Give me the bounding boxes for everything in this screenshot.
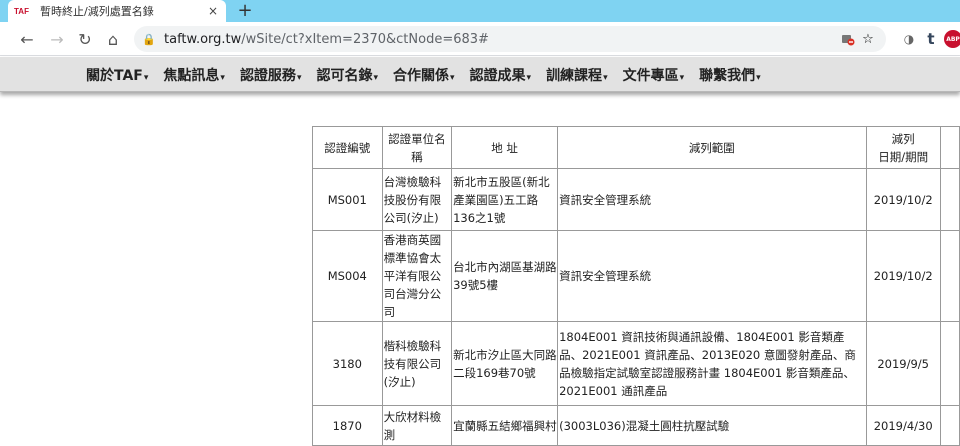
unit-name-cell: 大欣材料檢測 xyxy=(381,405,453,446)
extension-circle-icon[interactable]: ◑ xyxy=(900,30,918,48)
browser-tab[interactable]: TAF 暫時終止/減列處置名錄 × xyxy=(8,0,226,22)
url-text[interactable]: taftw.org.tw/wSite/ct?xItem=2370&ctNode=… xyxy=(164,32,838,47)
site-navigation: 關於TAF▾ 焦點訊息▾ 認證服務▾ 認可名錄▾ 合作關係▾ 認證成果▾ 訓練課程▾ 文件專區… xyxy=(0,57,960,92)
nav-item-8[interactable]: 聯繫我們▾ xyxy=(699,65,761,85)
header-address: 地 址 xyxy=(451,126,559,169)
cert-id-cell: 3180 xyxy=(312,321,383,406)
nav-item-4[interactable]: 合作關係▾ xyxy=(393,65,455,85)
nav-item-7[interactable]: 文件專區▾ xyxy=(623,65,685,85)
delisting-table-container: 認證編號 認證單位名稱 地 址 減列範圍 減列日期/期間 MS001 台灣檢驗科技… xyxy=(312,126,960,446)
header-unit-name: 認證單位名稱 xyxy=(381,126,453,169)
url-path: /wSite/ct?xItem=2370&ctNode=683# xyxy=(241,31,489,47)
caret-down-icon: ▾ xyxy=(296,72,302,83)
nav-item-label: 認證成果 xyxy=(469,67,526,84)
header-cert-id: 認證編號 xyxy=(312,126,383,169)
header-scope: 減列範圍 xyxy=(557,126,867,169)
camera-blocked-icon[interactable] xyxy=(838,29,858,49)
tab-title: 暫時終止/減列處置名錄 xyxy=(40,5,154,18)
date-cell: 2019/9/5 xyxy=(865,321,941,406)
scope-cell: (3003L036)混凝土圓柱抗壓試驗 xyxy=(557,405,867,446)
caret-down-icon: ▾ xyxy=(143,72,149,83)
caret-down-icon: ▾ xyxy=(756,72,761,83)
home-icon[interactable]: ⌂ xyxy=(102,28,124,50)
cert-id-cell: 1870 xyxy=(312,405,383,446)
unit-name-cell: 楷科檢驗科技有限公司(汐止) xyxy=(381,321,453,406)
address-cell: 新北市五股區(新北產業園區)五工路136之1號 xyxy=(451,168,559,231)
nav-item-label: 合作關係 xyxy=(393,67,449,84)
caret-down-icon: ▾ xyxy=(603,72,608,83)
tab-strip: TAF 暫時終止/減列處置名錄 × + xyxy=(0,0,960,22)
site-nav-menu: 關於TAF▾ 焦點訊息▾ 認證服務▾ 認可名錄▾ 合作關係▾ 認證成果▾ 訓練課程▾ 文件專區… xyxy=(86,57,776,92)
header-extra xyxy=(939,126,960,169)
nav-item-6[interactable]: 訓練課程▾ xyxy=(546,65,608,85)
cert-id-cell: MS001 xyxy=(312,168,383,231)
nav-item-5[interactable]: 認證成果▾ xyxy=(470,65,532,85)
caret-down-icon: ▾ xyxy=(679,72,685,83)
table-row: 3180 楷科檢驗科技有限公司(汐止) 新北市汐止區大同路二段169巷70號 1804… xyxy=(312,321,960,406)
nav-item-label: 訓練課程 xyxy=(546,67,603,84)
caret-down-icon: ▾ xyxy=(450,72,455,83)
taf-favicon-icon: TAF xyxy=(14,6,29,16)
address-bar[interactable]: 🔒 taftw.org.tw/wSite/ct?xItem=2370&ctNod… xyxy=(134,26,886,52)
nav-item-2[interactable]: 認證服務▾ xyxy=(240,65,302,85)
caret-down-icon: ▾ xyxy=(220,72,225,83)
nav-item-label: 文件專區 xyxy=(622,67,679,84)
header-date-line: 減列 xyxy=(891,131,915,146)
extra-cell xyxy=(939,168,960,231)
nav-item-0[interactable]: 關於TAF▾ xyxy=(86,65,148,85)
nav-item-label: 關於TAF xyxy=(86,67,143,84)
table-row: MS001 台灣檢驗科技股份有限公司(汐止) 新北市五股區(新北產業園區)五工路13… xyxy=(312,168,960,231)
unit-name-cell: 台灣檢驗科技股份有限公司(汐止) xyxy=(381,168,453,231)
url-domain: taftw.org.tw xyxy=(164,31,242,47)
table-body: MS001 台灣檢驗科技股份有限公司(汐止) 新北市五股區(新北產業園區)五工路13… xyxy=(312,168,960,446)
nav-item-1[interactable]: 焦點訊息▾ xyxy=(163,65,225,85)
table-row: MS004 香港商英國標準協會太平洋有限公司台灣分公司 台北市內湖區基湖路39號5樓… xyxy=(312,230,960,322)
unit-name-cell: 香港商英國標準協會太平洋有限公司台灣分公司 xyxy=(381,230,453,322)
scope-cell: 資訊安全管理系統 xyxy=(557,230,867,322)
reload-icon[interactable]: ↻ xyxy=(74,28,96,50)
adblock-icon[interactable]: ABP xyxy=(944,30,960,48)
scope-cell: 資訊安全管理系統 xyxy=(557,168,867,231)
date-cell: 2019/4/30 xyxy=(865,405,941,446)
caret-down-icon: ▾ xyxy=(526,72,532,83)
address-cell: 台北市內湖區基湖路39號5樓 xyxy=(451,230,559,322)
address-cell: 宜蘭縣五結鄉福興村 xyxy=(451,405,559,446)
new-tab-button[interactable]: + xyxy=(236,0,254,21)
browser-toolbar: ← → ↻ ⌂ 🔒 taftw.org.tw/wSite/ct?xItem=23… xyxy=(0,22,960,56)
close-icon[interactable]: × xyxy=(206,4,220,18)
nav-item-label: 聯繫我們 xyxy=(699,67,756,84)
nav-item-label: 認證服務 xyxy=(239,67,296,84)
lock-icon[interactable]: 🔒 xyxy=(142,32,156,46)
forward-icon[interactable]: → xyxy=(46,28,68,50)
tumblr-icon[interactable]: t xyxy=(922,30,940,48)
table-header-row: 認證編號 認證單位名稱 地 址 減列範圍 減列日期/期間 xyxy=(312,126,960,169)
table-row: 1870 大欣材料檢測 宜蘭縣五結鄉福興村 (3003L036)混凝土圓柱抗壓試驗 20… xyxy=(312,405,960,446)
caret-down-icon: ▾ xyxy=(373,72,378,83)
back-icon[interactable]: ← xyxy=(16,28,38,50)
date-cell: 2019/10/2 xyxy=(865,168,941,231)
address-cell: 新北市汐止區大同路二段169巷70號 xyxy=(451,321,559,406)
nav-item-label: 認可名錄 xyxy=(316,67,373,84)
extra-cell xyxy=(939,405,960,446)
cert-id-cell: MS004 xyxy=(312,230,383,322)
delisting-table: 認證編號 認證單位名稱 地 址 減列範圍 減列日期/期間 MS001 台灣檢驗科技… xyxy=(312,126,960,446)
date-cell: 2019/10/2 xyxy=(865,230,941,322)
nav-item-3[interactable]: 認可名錄▾ xyxy=(316,65,378,85)
nav-item-label: 焦點訊息 xyxy=(163,67,220,84)
extra-cell xyxy=(939,230,960,322)
extra-cell xyxy=(939,321,960,406)
bookmark-star-icon[interactable]: ☆ xyxy=(858,29,878,49)
header-date-line: 日期/期間 xyxy=(878,149,929,164)
scope-cell: 1804E001 資訊技術與通訊設備、1804E001 影音類產品、2021E0… xyxy=(557,321,867,406)
header-date: 減列日期/期間 xyxy=(865,126,941,169)
